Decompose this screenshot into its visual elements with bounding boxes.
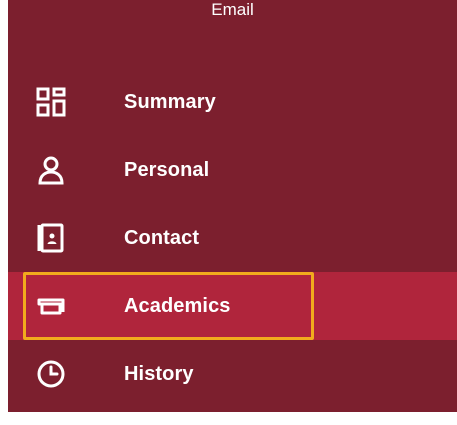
person-icon — [36, 155, 66, 185]
nav-item-personal-label: Personal — [124, 158, 210, 181]
nav-item-history-label: History — [124, 362, 194, 385]
nav-item-history[interactable]: History — [8, 340, 457, 408]
nav-item-academics-label: Academics — [124, 294, 231, 317]
nav-item-academics[interactable]: Academics — [8, 272, 457, 340]
nav-item-personal[interactable]: Personal — [8, 136, 457, 204]
nav-item-contact-label: Contact — [124, 226, 200, 249]
nav-item-contact[interactable]: Contact — [8, 204, 457, 272]
contact-book-icon — [36, 223, 66, 253]
nav-item-summary[interactable]: Summary — [8, 68, 457, 136]
side-nav-list: Summary Personal Contact Academics Histo… — [8, 68, 457, 408]
graduation-cap-icon — [36, 291, 66, 321]
nav-item-summary-label: Summary — [124, 90, 216, 113]
dashboard-icon — [36, 87, 66, 117]
clock-icon — [36, 359, 66, 389]
email-label[interactable]: Email — [8, 0, 457, 20]
side-navigation-panel: Email Summary Personal Contact Academics… — [8, 0, 457, 412]
